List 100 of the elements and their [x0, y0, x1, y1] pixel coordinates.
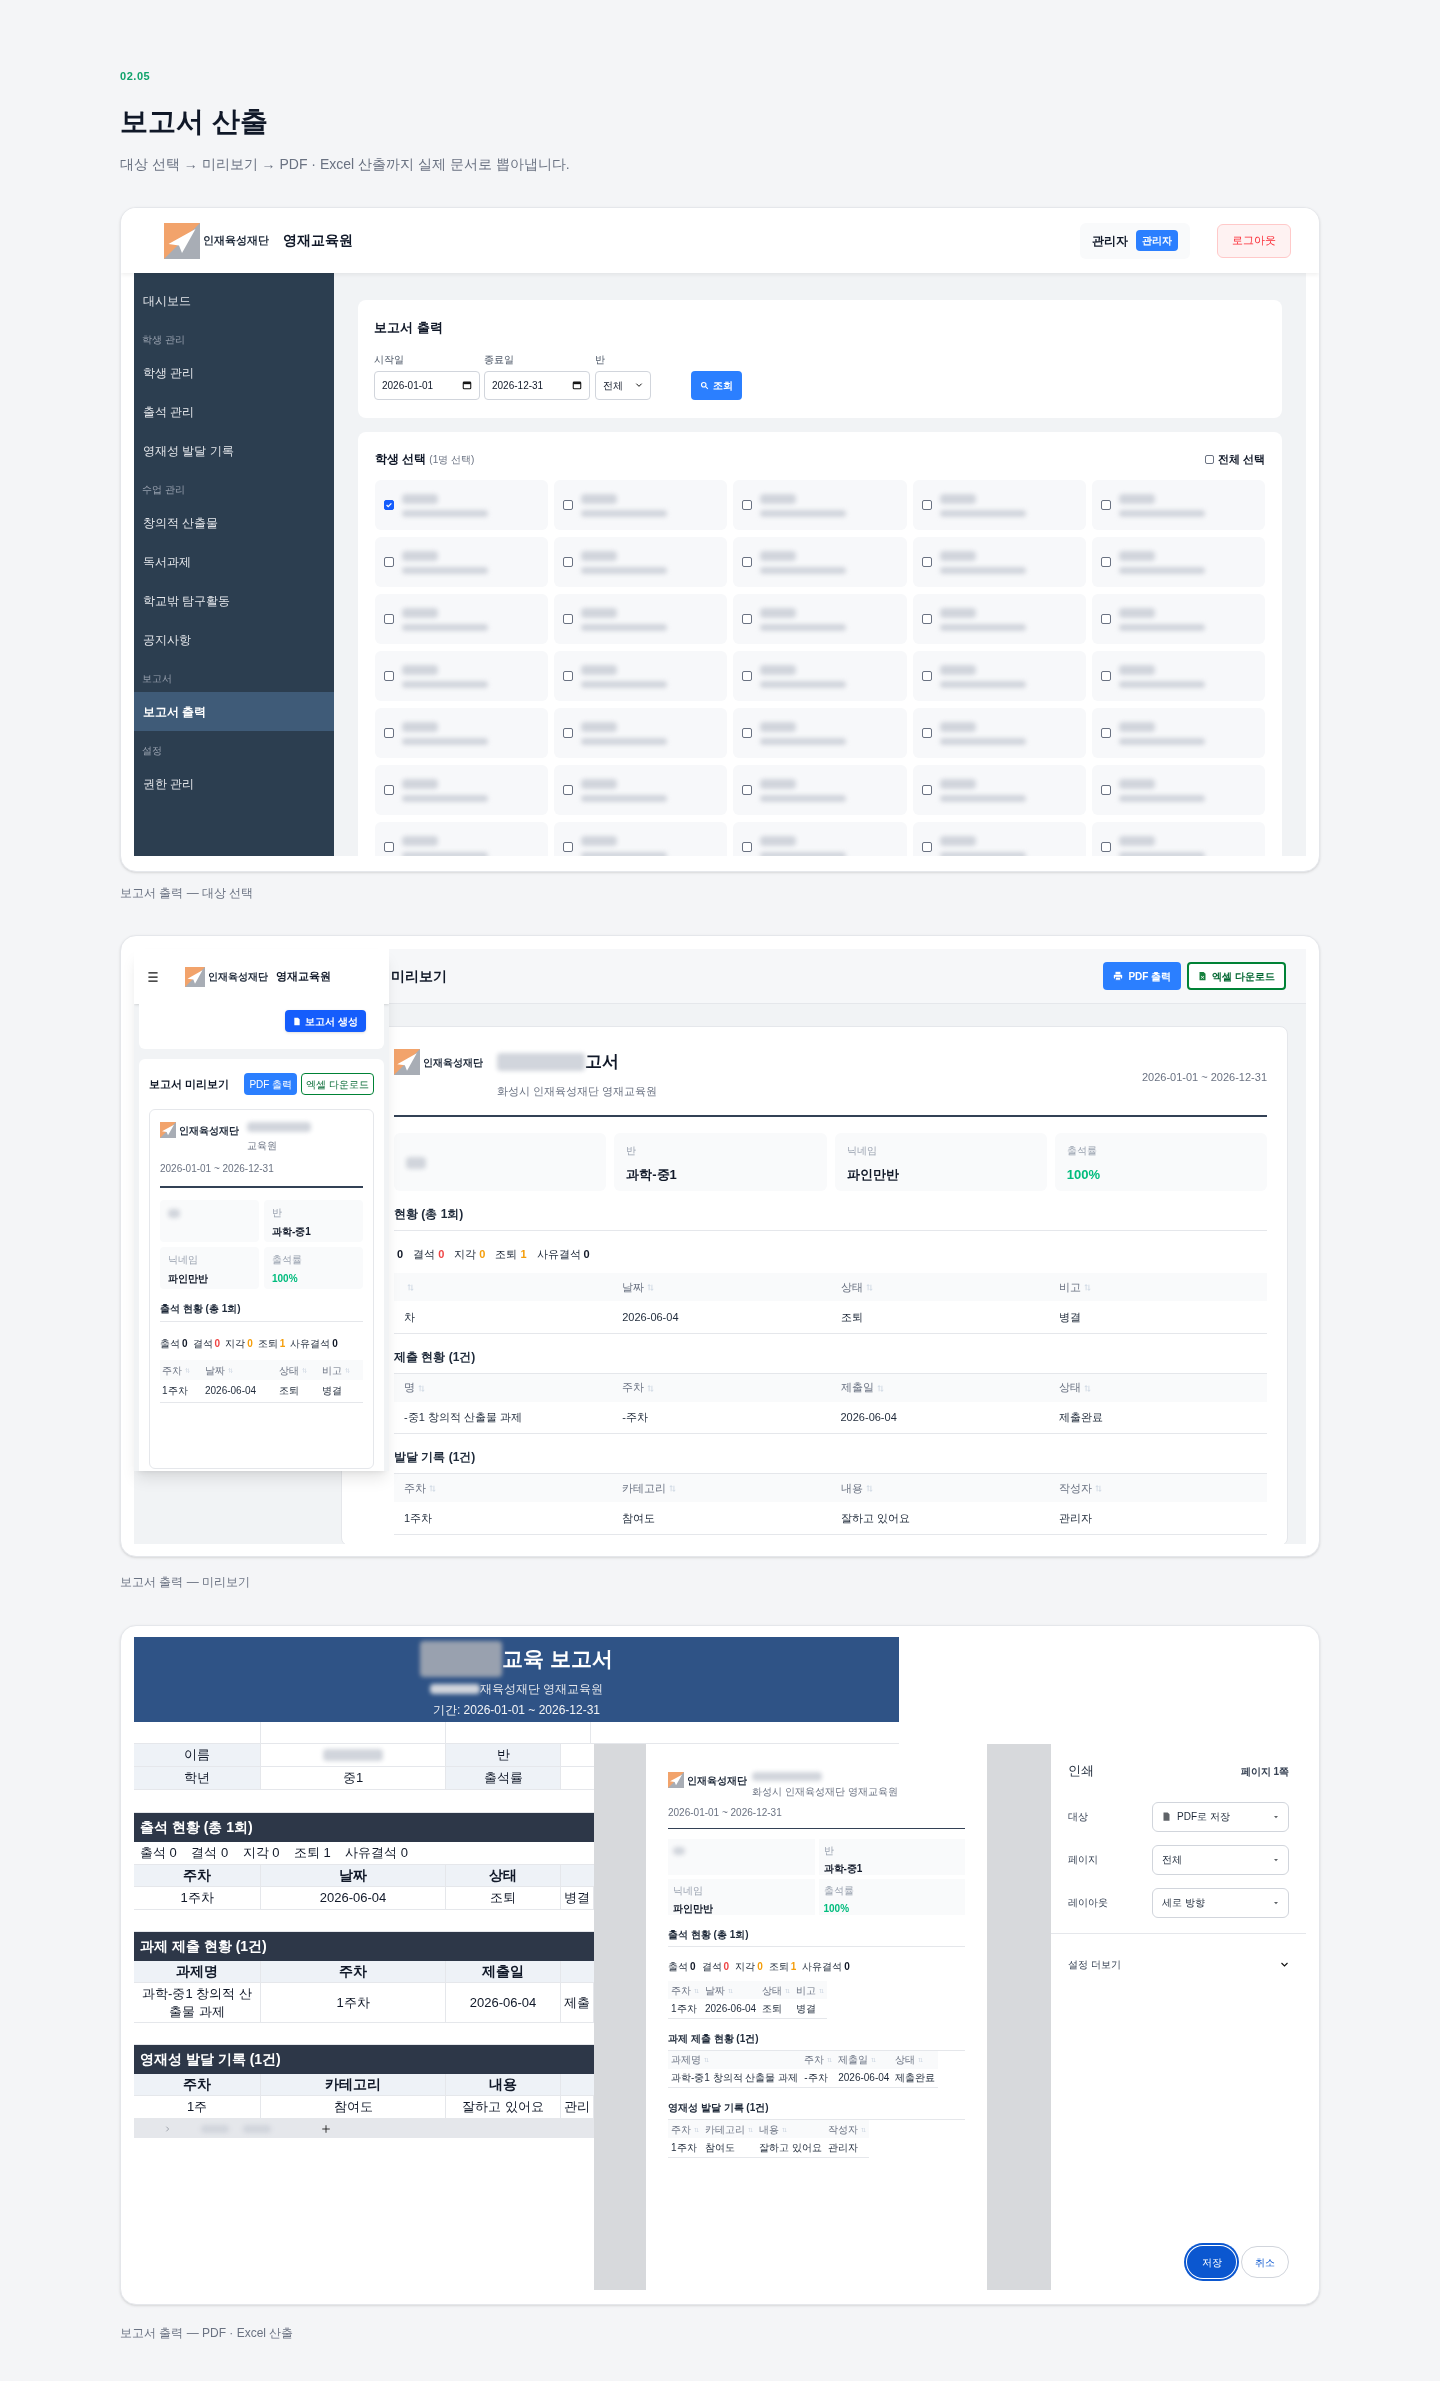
column-header[interactable]: 주차	[160, 1360, 203, 1380]
generate-report-button[interactable]: 보고서 생성	[285, 1010, 366, 1032]
checkbox[interactable]	[742, 728, 753, 738]
sort-icon	[345, 1367, 350, 1375]
save-button[interactable]: 저장	[1187, 2246, 1236, 2278]
checkbox[interactable]	[384, 785, 394, 795]
panel-title: 학생 선택	[375, 451, 427, 468]
sidebar-item[interactable]: 독서과제	[134, 542, 334, 581]
checkbox[interactable]	[384, 614, 394, 624]
sidebar-item[interactable]: 공지사항	[134, 620, 334, 659]
sidebar-item[interactable]: 학교밖 탐구활동	[134, 581, 334, 620]
checkbox[interactable]	[563, 671, 574, 681]
dropdown[interactable]: 전체	[1152, 1844, 1289, 1875]
sort-icon	[871, 2057, 877, 2064]
blurred-text	[760, 493, 797, 504]
column-header[interactable]: 날짜	[202, 1360, 278, 1380]
table-cell: 병결	[320, 1380, 363, 1402]
checkbox[interactable]	[921, 557, 932, 567]
checkbox[interactable]	[384, 557, 394, 567]
column-header[interactable]: 작성자	[1048, 1474, 1267, 1502]
checkbox[interactable]	[742, 500, 753, 510]
plus-icon[interactable]	[321, 2123, 331, 2134]
dropdown[interactable]: 세로 방향	[1152, 1887, 1289, 1918]
date-field[interactable]: 2026-01-01	[374, 370, 480, 400]
checkbox[interactable]	[742, 842, 753, 852]
checkbox[interactable]	[1100, 557, 1111, 567]
info-value: 과학-중1	[626, 1166, 678, 1184]
checkbox[interactable]	[563, 614, 574, 624]
column-header[interactable]: 내용	[756, 2120, 825, 2138]
checkbox[interactable]	[921, 614, 932, 624]
checkbox[interactable]	[384, 671, 394, 681]
column-header[interactable]: 카테고리	[612, 1474, 831, 1502]
checkbox[interactable]	[1100, 500, 1111, 510]
checkbox[interactable]	[563, 842, 574, 852]
checkbox[interactable]	[384, 500, 394, 510]
column-header[interactable]: 내용	[830, 1474, 1049, 1502]
column-header[interactable]: 상태	[1048, 1373, 1267, 1402]
checkbox[interactable]	[563, 557, 574, 567]
checkbox[interactable]	[742, 785, 753, 795]
checkbox[interactable]	[921, 842, 932, 852]
column-header[interactable]: 비고	[1048, 1273, 1267, 1301]
sidebar-item[interactable]: 대시보드	[134, 281, 334, 320]
checkbox[interactable]	[742, 614, 753, 624]
sidebar-item[interactable]: 학생 관리	[134, 353, 334, 392]
pdf-print-button[interactable]: PDF 출력	[244, 1073, 298, 1095]
column-header[interactable]: 주차	[668, 2120, 702, 2138]
column-header[interactable]: 날짜	[702, 1981, 760, 1999]
blurred-text	[323, 1749, 383, 1761]
pdf-print-button[interactable]: PDF 출력	[1103, 962, 1182, 990]
checkbox[interactable]	[1100, 842, 1111, 852]
column-header[interactable]: 상태	[830, 1273, 1049, 1301]
sheet-title: 교육 보고서	[502, 1645, 613, 1672]
checkbox[interactable]	[384, 842, 394, 852]
checkbox[interactable]	[1100, 614, 1111, 624]
column-header[interactable]: 상태	[277, 1360, 320, 1380]
checkbox[interactable]	[1100, 728, 1111, 738]
column-header[interactable]: 주차	[394, 1474, 613, 1502]
excel-download-button[interactable]: 엑셀 다운로드	[1187, 962, 1286, 990]
column-header[interactable]: 상태	[759, 1981, 794, 1999]
checkbox[interactable]	[921, 728, 932, 738]
blurred-text	[581, 493, 618, 504]
column-header[interactable]: 날짜	[612, 1273, 831, 1301]
checkbox[interactable]	[921, 500, 932, 510]
column-header[interactable]: 카테고리	[702, 2120, 756, 2138]
sidebar-item[interactable]: 보고서 출력	[134, 692, 334, 731]
sidebar-item[interactable]: 권한 관리	[134, 764, 334, 803]
checkbox[interactable]	[921, 671, 932, 681]
checkbox[interactable]	[1100, 671, 1111, 681]
column-header[interactable]: 제출일	[830, 1373, 1049, 1402]
logout-button[interactable]: 로그아웃	[1217, 223, 1291, 258]
cancel-button[interactable]: 취소	[1241, 2246, 1289, 2278]
sidebar-item[interactable]: 영재성 발달 기록	[134, 431, 334, 470]
sidebar-item[interactable]: 출석 관리	[134, 392, 334, 431]
select-field[interactable]: 전체	[595, 370, 651, 400]
column-header[interactable]: 주차	[668, 1981, 702, 1999]
column-header[interactable]: 비고	[320, 1360, 363, 1380]
sidebar-item[interactable]: 창의적 산출물	[134, 503, 334, 542]
checkbox[interactable]	[1204, 454, 1214, 464]
checkbox[interactable]	[921, 785, 932, 795]
checkbox[interactable]	[384, 728, 394, 738]
checkbox[interactable]	[563, 500, 574, 510]
checkbox[interactable]	[1100, 785, 1111, 795]
more-settings-toggle[interactable]: 설정 더보기	[1068, 1934, 1289, 1994]
column-header[interactable]: 명	[394, 1373, 613, 1402]
column-header[interactable]: 비고	[793, 1981, 828, 1999]
stat-value: 0	[479, 1248, 486, 1260]
column-header[interactable]: 주차	[612, 1373, 831, 1402]
checkbox[interactable]	[742, 671, 753, 681]
date-field[interactable]: 2026-12-31	[484, 370, 590, 400]
checkbox[interactable]	[563, 785, 574, 795]
search-button[interactable]: 조회	[691, 370, 742, 400]
checkbox[interactable]	[563, 728, 574, 738]
info-label: 출석률	[272, 1253, 303, 1267]
stat-value: 0	[723, 1961, 730, 1972]
table-cell: 2026-06-04	[261, 1887, 446, 1909]
excel-download-button[interactable]: 엑셀 다운로드	[301, 1073, 374, 1095]
column-header[interactable]: 작성자	[824, 2120, 869, 2138]
dropdown[interactable]: PDF로 저장	[1152, 1801, 1289, 1832]
checkbox[interactable]	[742, 557, 753, 567]
logo-icon	[394, 1049, 420, 1075]
